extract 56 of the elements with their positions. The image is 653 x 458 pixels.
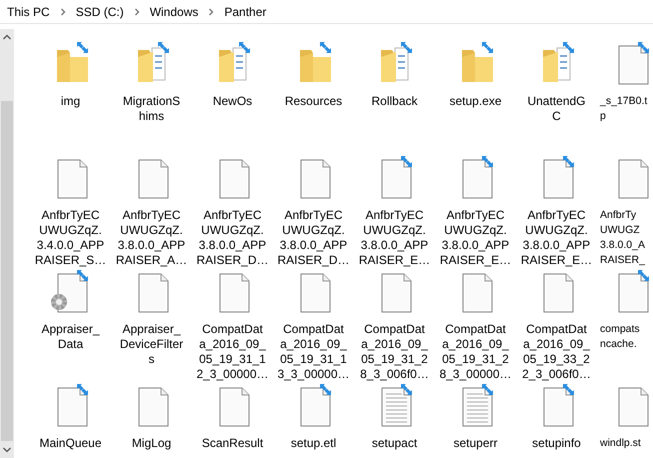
file-icon: [618, 274, 648, 312]
file-name[interactable]: Appraiser_ DeviceFilter s: [120, 322, 184, 367]
file-name[interactable]: setupinfo: [532, 436, 581, 451]
file-name[interactable]: CompatDat a_2016_09_ 05_19_31_2 8_3_00000…: [439, 322, 512, 382]
file-name[interactable]: Rollback: [371, 94, 418, 109]
file-name[interactable]: MainQueue: [39, 436, 102, 451]
breadcrumb-item[interactable]: This PC: [5, 4, 52, 18]
file-name[interactable]: compats ncache.: [600, 322, 640, 352]
folder-icon: [462, 50, 492, 82]
folder-icon: [380, 48, 408, 82]
file-icon: [462, 160, 492, 198]
file-name[interactable]: _s_17B0.t p: [600, 94, 648, 124]
file-name[interactable]: windlp.st: [600, 436, 641, 451]
breadcrumb-item[interactable]: Windows: [148, 4, 200, 18]
file-name[interactable]: AnfbrTyEC UWUGZqZ. 3.8.0.0_APP RAISER_E…: [520, 208, 592, 268]
file-icon: [300, 388, 330, 426]
gear-file-icon: [50, 274, 87, 312]
file-name[interactable]: setuperr: [453, 436, 498, 451]
scrollbar[interactable]: [0, 29, 14, 458]
file-name[interactable]: ScanResult: [202, 436, 264, 451]
file-name[interactable]: Resources: [284, 94, 342, 109]
file-name[interactable]: CompatDat a_2016_09_ 05_19_33_2 2_3_006f0…: [522, 322, 591, 382]
file-name[interactable]: AnfbrTyEC UWUGZqZ. 3.8.0.0_APP RAISER_A…: [116, 208, 188, 268]
folder-icon: [218, 48, 246, 82]
folder-icon: [56, 50, 88, 82]
file-name[interactable]: CompatDat a_2016_09_ 05_19_31_1 3_3_00000…: [277, 322, 350, 382]
file-name[interactable]: setup.exe: [449, 94, 502, 109]
file-name[interactable]: setup.etl: [290, 436, 336, 451]
file-name[interactable]: CompatDat a_2016_09_ 05_19_31_1 2_3_00000…: [196, 322, 269, 382]
file-name[interactable]: Appraiser_ Data: [41, 322, 100, 352]
file-name[interactable]: CompatDat a_2016_09_ 05_19_31_2 8_3_006f0…: [360, 322, 429, 382]
scrollbar-thumb[interactable]: [1, 101, 13, 441]
file-icon: [618, 46, 648, 84]
breadcrumb-item[interactable]: Panther: [222, 4, 268, 18]
text-file-icon: [462, 388, 492, 426]
text-file-icon: [381, 388, 411, 426]
file-icon: [543, 160, 573, 198]
file-name[interactable]: AnfbrTyEC UWUGZqZ. 3.4.0.0_APP RAISER_S…: [34, 208, 106, 268]
file-icon: [381, 160, 411, 198]
file-name[interactable]: NewOs: [212, 94, 252, 109]
file-name[interactable]: AnfbrTyEC UWUGZqZ. 3.8.0.0_APP RAISER_E…: [440, 208, 512, 268]
file-name[interactable]: img: [60, 94, 80, 109]
folder-icon: [542, 48, 570, 82]
folder-icon: [300, 50, 330, 82]
folder-icon: [138, 48, 165, 82]
file-name[interactable]: MigrationS hims: [122, 94, 180, 124]
file-name[interactable]: AnfbrTyEC UWUGZqZ. 3.8.0.0_APP RAISER_D…: [277, 208, 350, 268]
file-name[interactable]: UnattendG C: [527, 94, 586, 124]
file-name[interactable]: AnfbrTy UWUGZ 3.8.0.0_A RAISER_: [600, 208, 645, 268]
file-name[interactable]: AnfbrTyEC UWUGZqZ. 3.8.0.0_APP RAISER_E…: [358, 208, 430, 268]
file-icon: [543, 388, 573, 426]
file-name[interactable]: setupact: [372, 436, 418, 451]
file-name[interactable]: AnfbrTyEC UWUGZqZ. 3.8.0.0_APP RAISER_D…: [196, 208, 269, 268]
file-icon: [57, 388, 87, 426]
file-name[interactable]: MigLog: [132, 436, 172, 451]
breadcrumb-item[interactable]: SSD (C:): [74, 4, 126, 18]
